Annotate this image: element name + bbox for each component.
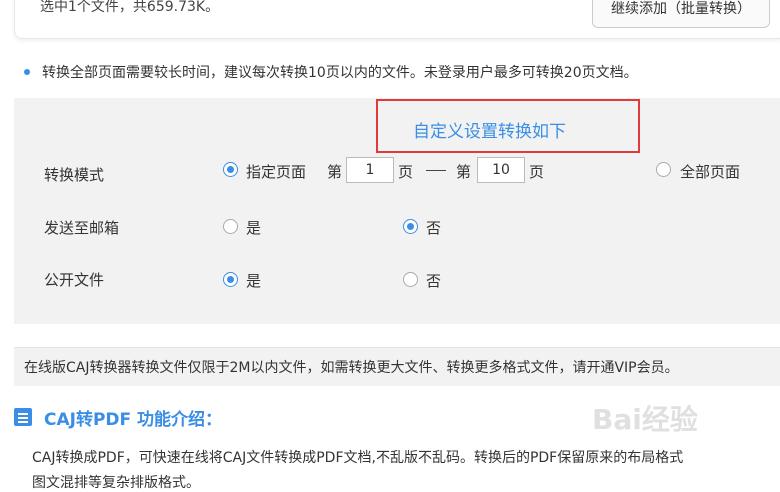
bullet-icon xyxy=(24,69,30,75)
from-page-prefix: 第 xyxy=(327,163,343,181)
from-page-suffix: 页 xyxy=(398,163,414,181)
add-files-button[interactable]: 继续添加（批量转换） xyxy=(592,0,770,28)
size-limit-info: 在线版CAJ转换器转换文件仅限于2M以内文件，如需转换更大文件、转换更多格式文件… xyxy=(24,360,679,376)
send-email-label: 发送至邮箱 xyxy=(44,219,120,237)
public-no-label: 否 xyxy=(426,272,442,290)
range-dash xyxy=(426,170,446,171)
to-page-input[interactable]: 10 xyxy=(477,157,525,183)
radio-public-no[interactable] xyxy=(403,272,418,287)
selection-summary: 选中1个文件，共659.73K。 xyxy=(40,0,220,15)
notice-line: 转换全部页面需要较长时间，建议每次转换10页以内的文件。未登录用户最多可转换20… xyxy=(24,62,638,82)
radio-email-no[interactable] xyxy=(403,219,418,234)
all-pages-label: 全部页面 xyxy=(680,163,741,181)
watermark-logo: Bai经验 xyxy=(592,403,698,436)
radio-all-pages[interactable] xyxy=(656,162,671,177)
radio-specified-pages[interactable] xyxy=(223,162,238,177)
feature-description-line1: CAJ转换成PDF，可快速在线将CAJ文件转换成PDF文档,不乱版不乱码。转换后… xyxy=(32,450,684,466)
to-page-suffix: 页 xyxy=(529,163,545,181)
to-page-prefix: 第 xyxy=(456,163,472,181)
feature-description-line2: 图文混排等复杂排版格式。 xyxy=(32,475,200,491)
from-page-input[interactable]: 1 xyxy=(346,157,394,183)
public-file-label: 公开文件 xyxy=(44,271,105,289)
document-icon xyxy=(14,408,32,426)
settings-title: 自定义设置转换如下 xyxy=(413,122,566,142)
email-no-label: 否 xyxy=(426,219,442,237)
specified-pages-label: 指定页面 xyxy=(246,163,307,181)
radio-email-yes[interactable] xyxy=(223,219,238,234)
convert-mode-label: 转换模式 xyxy=(44,166,105,184)
radio-public-yes[interactable] xyxy=(223,272,238,287)
email-yes-label: 是 xyxy=(246,219,262,237)
public-yes-label: 是 xyxy=(246,272,262,290)
section-title: CAJ转PDF 功能介绍： xyxy=(44,410,223,430)
notice-text: 转换全部页面需要较长时间，建议每次转换10页以内的文件。未登录用户最多可转换20… xyxy=(42,65,638,81)
